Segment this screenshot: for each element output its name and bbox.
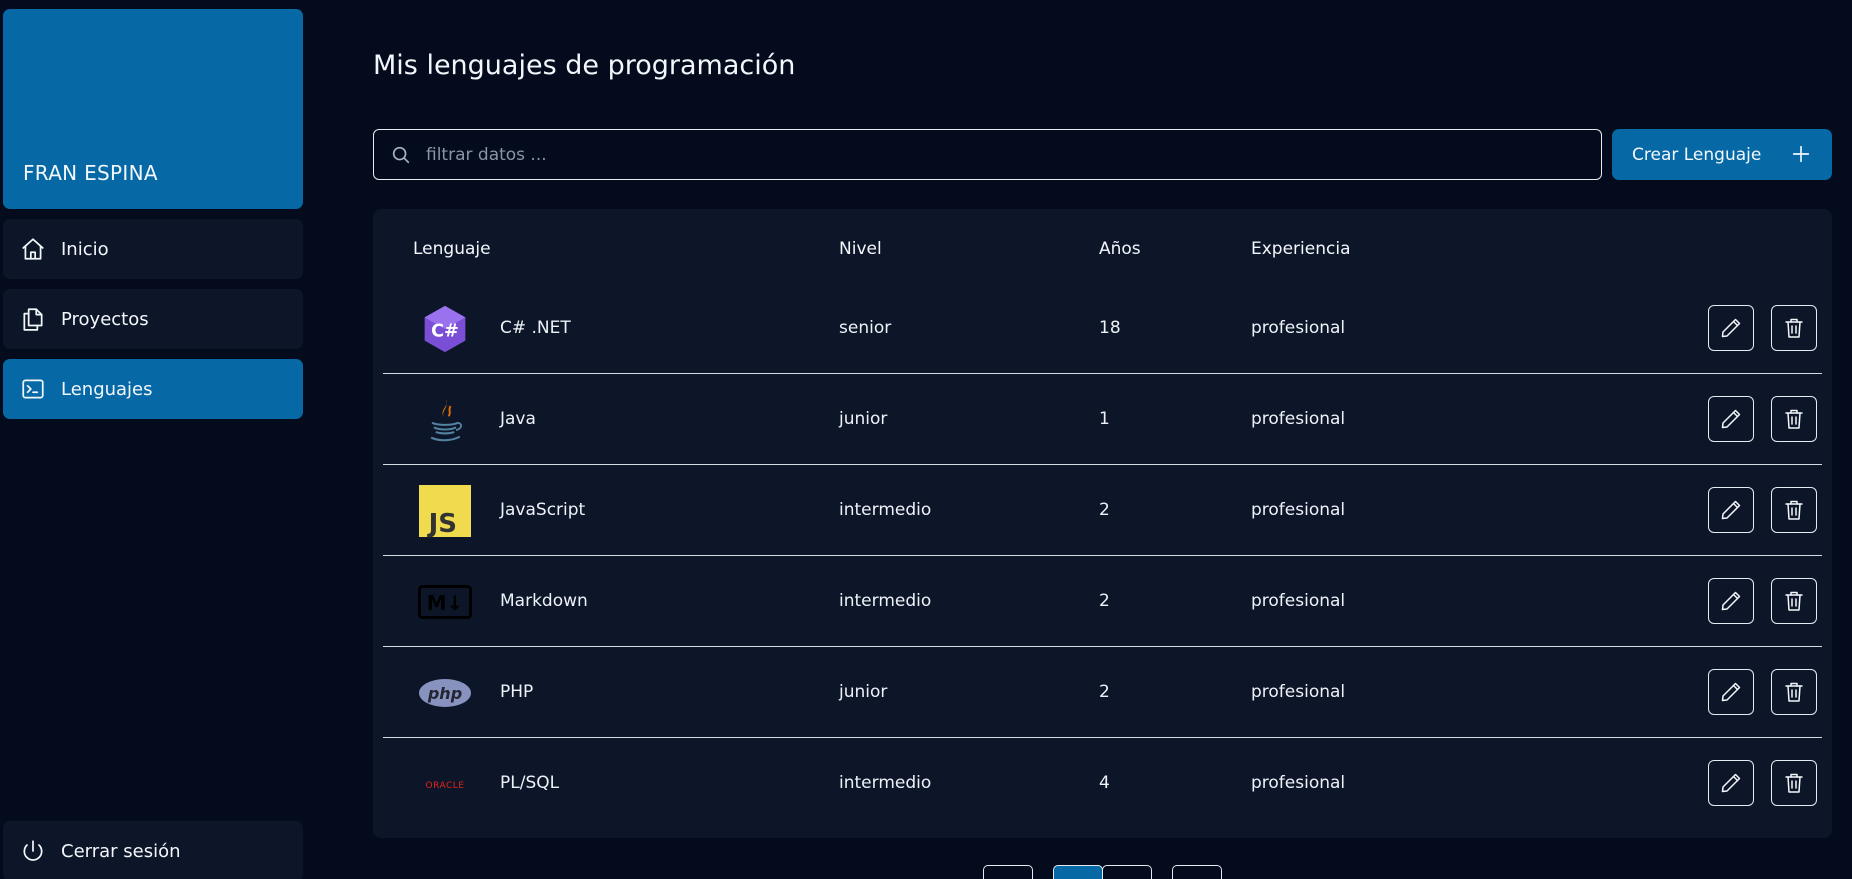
edit-button[interactable] [1708,760,1754,806]
sidebar-item-proyectos[interactable]: Proyectos [3,289,303,349]
delete-button[interactable] [1771,305,1817,351]
language-experience: profesional [1251,409,1346,429]
table-row: ORACLE PL/SQL intermedio 4 profesional [383,738,1822,829]
javascript-logo-text: JS [427,509,457,538]
language-experience: profesional [1251,591,1346,611]
trash-icon [1785,318,1803,338]
edit-button[interactable] [1708,669,1754,715]
language-level: junior [839,409,888,429]
language-experience: profesional [1251,318,1346,338]
sidebar-item-label: Lenguajes [61,378,153,400]
edit-button[interactable] [1708,305,1754,351]
language-experience: profesional [1251,500,1346,520]
create-button-label: Crear Lenguaje [1632,144,1762,165]
javascript-logo: JS [418,484,472,538]
markdown-logo-text: M↓ [427,591,464,615]
edit-button[interactable] [1708,487,1754,533]
column-header-nivel: Nivel [839,239,882,259]
language-level: intermedio [839,500,932,520]
search-input[interactable] [426,144,1526,165]
language-years: 18 [1099,318,1121,338]
profile-card: FRAN ESPINA [3,9,303,209]
pencil-icon [1721,318,1741,338]
column-header-anos: Años [1099,239,1141,259]
languages-table: Lenguaje Nivel Años Experiencia C# C# .N… [373,209,1832,838]
pencil-icon [1721,500,1741,520]
java-logo [418,393,472,447]
language-level: senior [839,318,892,338]
language-level: intermedio [839,773,932,793]
delete-button[interactable] [1771,669,1817,715]
logout-label: Cerrar sesión [61,840,181,862]
column-header-experiencia: Experiencia [1251,239,1351,259]
sidebar-item-label: Proyectos [61,308,149,330]
table-row: Java junior 1 profesional [383,374,1822,465]
language-years: 2 [1099,500,1110,520]
language-name: PL/SQL [500,773,560,793]
trash-icon [1785,773,1803,793]
language-name: JavaScript [500,500,586,520]
pencil-icon [1721,773,1741,793]
language-years: 4 [1099,773,1110,793]
delete-button[interactable] [1771,487,1817,533]
language-years: 1 [1099,409,1110,429]
pencil-icon [1721,591,1741,611]
language-name: Markdown [500,591,588,611]
table-row: M↓ Markdown intermedio 2 profesional [383,556,1822,647]
edit-button[interactable] [1708,578,1754,624]
sidebar-item-label: Inicio [61,238,109,260]
sidebar-item-inicio[interactable]: Inicio [3,219,303,279]
language-level: intermedio [839,591,932,611]
language-level: junior [839,682,888,702]
pagination-page-button-active[interactable] [1053,865,1103,879]
create-language-button[interactable]: Crear Lenguaje [1612,129,1832,180]
page-title: Mis lenguajes de programación [373,50,796,81]
sidebar-item-lenguajes[interactable]: Lenguajes [3,359,303,419]
delete-button[interactable] [1771,396,1817,442]
table-row: php PHP junior 2 profesional [383,647,1822,738]
pagination-page-button[interactable] [1102,865,1152,879]
column-header-lenguaje: Lenguaje [413,239,491,259]
language-name: Java [500,409,536,429]
pagination-next-button[interactable] [1172,865,1222,879]
search-field[interactable] [373,129,1602,180]
table-row: C# C# .NET senior 18 profesional [383,283,1822,374]
language-years: 2 [1099,682,1110,702]
table-row: JS JavaScript intermedio 2 profesional [383,465,1822,556]
sidebar: FRAN ESPINA Inicio Proyectos Lenguajes C… [3,9,303,879]
trash-icon [1785,682,1803,702]
terminal-icon [19,375,47,403]
language-experience: profesional [1251,773,1346,793]
php-logo-text: php [427,684,462,703]
markdown-logo: M↓ [418,575,472,629]
language-experience: profesional [1251,682,1346,702]
pencil-icon [1721,409,1741,429]
search-icon [392,146,410,163]
power-icon [19,837,47,865]
trash-icon [1785,409,1803,429]
oracle-logo: ORACLE [418,757,472,811]
oracle-logo-text: ORACLE [426,781,465,791]
delete-button[interactable] [1771,760,1817,806]
documents-icon [19,305,47,333]
home-icon [19,235,47,263]
language-years: 2 [1099,591,1110,611]
logout-button[interactable]: Cerrar sesión [3,821,303,879]
plus-icon [1790,143,1812,165]
edit-button[interactable] [1708,396,1754,442]
language-name: C# .NET [500,318,571,338]
csharp-logo: C# [418,302,472,356]
pencil-icon [1721,682,1741,702]
trash-icon [1785,591,1803,611]
php-logo: php [418,666,472,720]
language-name: PHP [500,682,534,702]
csharp-logo-text: C# [431,321,459,341]
trash-icon [1785,500,1803,520]
profile-name: FRAN ESPINA [23,161,158,185]
pagination-prev-button[interactable] [983,865,1033,879]
delete-button[interactable] [1771,578,1817,624]
